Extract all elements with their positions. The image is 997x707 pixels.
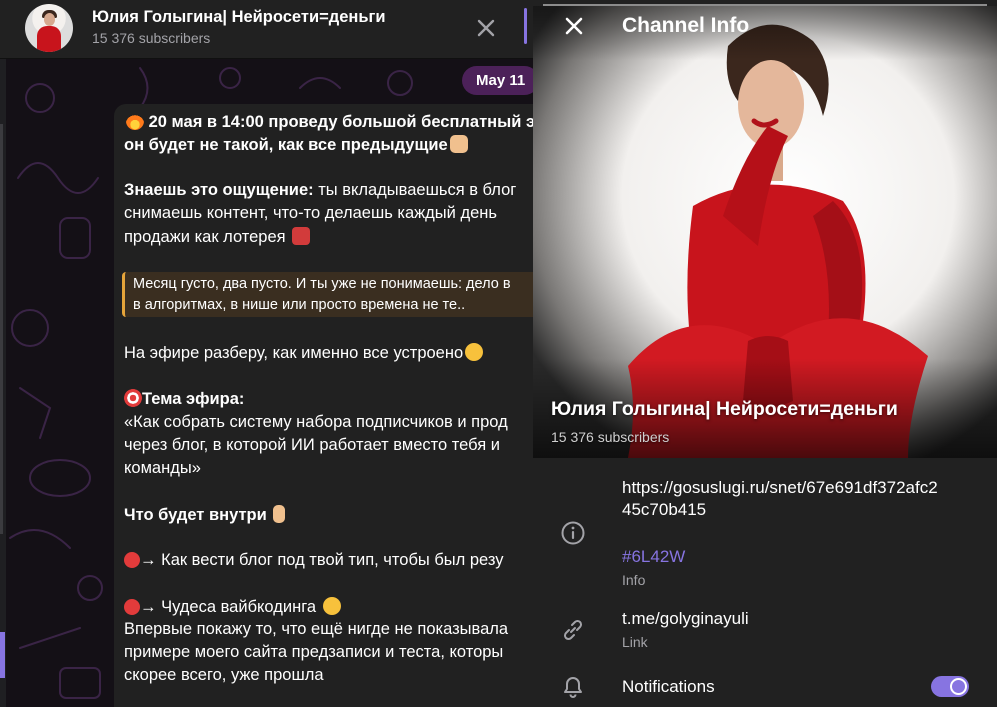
chat-pane: Юлия Голыгина| Нейросети=деньги 15 376 s… xyxy=(0,0,540,707)
message-line: Что будет внутри xyxy=(124,505,286,525)
message-line: Тема эфира: xyxy=(124,389,244,409)
close-icon[interactable] xyxy=(472,14,500,42)
message-line: Знаешь это ощущение: ты вкладываешься в … xyxy=(124,181,517,199)
pushpin-emoji xyxy=(124,599,140,615)
chat-title: Юлия Голыгина| Нейросети=деньги xyxy=(92,8,386,26)
message-line: через блог, в которой ИИ работает вместо… xyxy=(124,436,500,454)
info-text-line[interactable]: https://gosuslugi.ru/snet/67e691df372afc… xyxy=(622,478,938,498)
chat-subscriber-count: 15 376 subscribers xyxy=(92,30,211,46)
toggle-knob xyxy=(950,678,967,695)
notifications-label[interactable]: Notifications xyxy=(622,677,715,697)
date-badge[interactable]: May 11 xyxy=(462,66,540,95)
message-line: продажи как лотерея xyxy=(124,227,311,247)
smirk-emoji xyxy=(322,597,341,615)
message-line: → Как вести блог под твой тип, чтобы был… xyxy=(124,551,503,570)
message-line: команды» xyxy=(124,459,201,477)
link-icon xyxy=(563,619,583,641)
quote-line: Месяц густо, два пусто. И ты уже не пони… xyxy=(133,276,511,292)
message-line: примере моего сайта предзаписи и теста, … xyxy=(124,643,504,661)
channel-subscriber-count: 15 376 subscribers xyxy=(551,429,670,445)
notifications-toggle[interactable] xyxy=(931,676,969,697)
active-indicator xyxy=(0,632,5,678)
message-line: он будет не такой, как все предыдущие xyxy=(124,135,468,155)
channel-link[interactable]: t.me/golyginayuli xyxy=(622,609,749,629)
target-emoji xyxy=(124,389,142,407)
hugging-emoji xyxy=(465,343,484,361)
close-icon[interactable] xyxy=(560,12,588,40)
channel-photo[interactable] xyxy=(533,6,997,458)
message-line: снимаешь контент, что-то делаешь каждый … xyxy=(124,204,497,222)
panel-divider xyxy=(524,8,527,44)
message-line: → Чудеса вайбкодинга xyxy=(124,597,341,617)
pushpin-emoji xyxy=(124,552,140,568)
info-text-line[interactable]: 45c70b415 xyxy=(622,500,706,520)
message-line: Впервые покажу то, что ещё нигде не пока… xyxy=(124,620,509,638)
pointing-down-emoji xyxy=(273,505,286,523)
message-line: «Как собрать систему набора подписчиков … xyxy=(124,413,508,431)
info-label: Info xyxy=(622,572,646,588)
panel-top-border xyxy=(543,4,987,6)
panel-title: Channel Info xyxy=(622,14,750,37)
channel-name: Юлия Голыгина| Нейросети=деньги xyxy=(551,398,898,420)
scrollbar[interactable] xyxy=(0,124,3,534)
avatar[interactable] xyxy=(25,4,73,52)
link-label: Link xyxy=(622,634,648,650)
quote-line: в алгоритмах, в нише или просто времена … xyxy=(133,297,466,313)
message-line: 20 мая в 14:00 проведу большой бесплатны… xyxy=(124,112,535,132)
info-icon xyxy=(561,521,585,545)
chat-header[interactable]: Юлия Голыгина| Нейросети=деньги 15 376 s… xyxy=(0,0,540,59)
slot-machine-emoji xyxy=(292,227,311,245)
fist-emoji xyxy=(449,135,468,153)
message-line: На эфире разберу, как именно все устроен… xyxy=(124,343,484,363)
bell-icon xyxy=(564,677,582,698)
message-line: скорее всего, уже прошла xyxy=(124,666,324,684)
fire-emoji xyxy=(126,112,144,130)
hashtag-link[interactable]: #6L42W xyxy=(622,547,685,567)
